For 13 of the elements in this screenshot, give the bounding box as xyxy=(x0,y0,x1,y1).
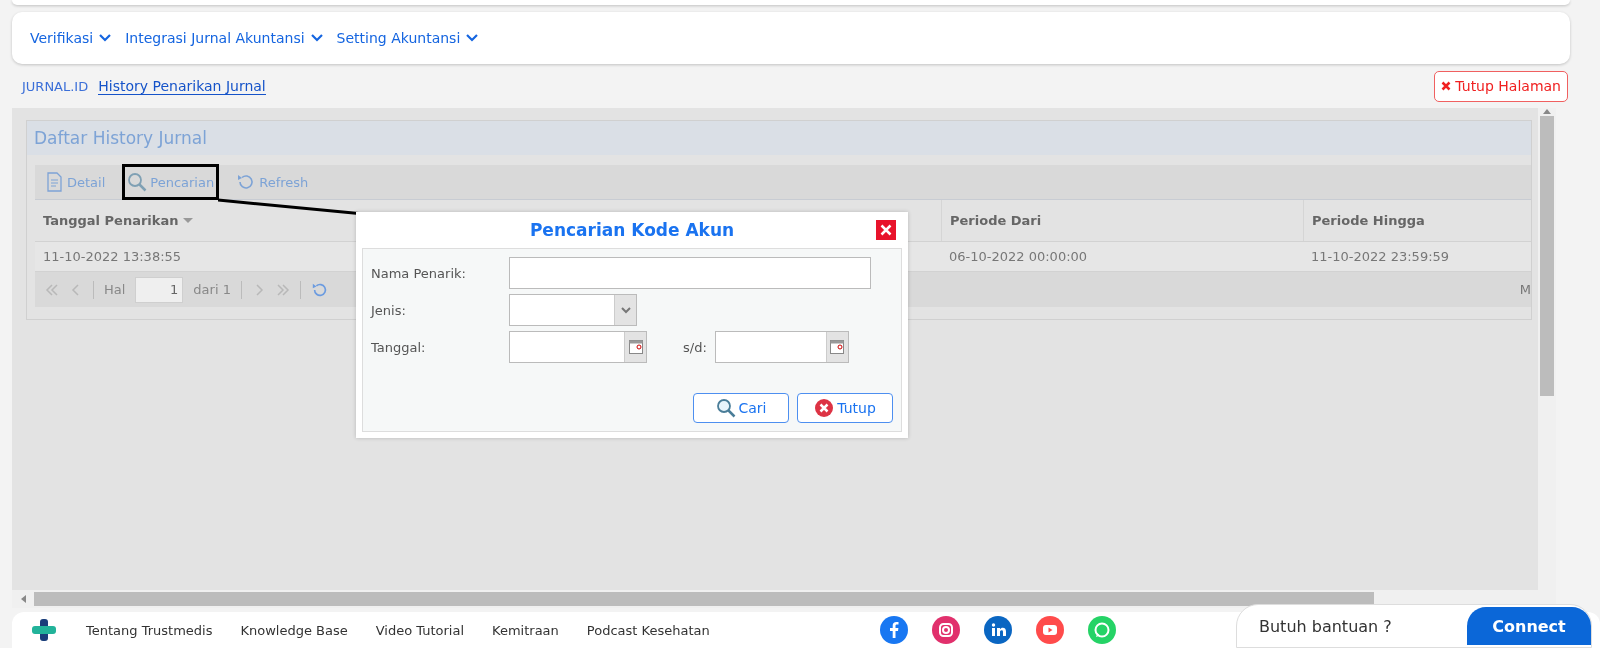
page-label: Hal xyxy=(104,282,126,297)
dialog-title: Pencarian Kode Akun xyxy=(529,220,735,240)
field-label: Nama Penarik: xyxy=(371,265,467,281)
help-text: Butuh bantuan ? xyxy=(1259,616,1392,636)
table-cell-text: 11-10-2022 23:59:59 xyxy=(1310,249,1451,264)
field-label: Jenis: xyxy=(371,302,407,318)
field-label: s/d: xyxy=(683,339,707,355)
page-count: dari 1 xyxy=(193,282,231,297)
pager-info: M xyxy=(1519,282,1531,297)
table-cell-text: 11-10-2022 13:38:55 xyxy=(42,249,183,264)
field-label: Tanggal: xyxy=(371,339,427,355)
panel-title: Daftar History Jurnal xyxy=(27,121,1531,155)
table-cell-text: 06-10-2022 00:00:00 xyxy=(948,249,1089,264)
